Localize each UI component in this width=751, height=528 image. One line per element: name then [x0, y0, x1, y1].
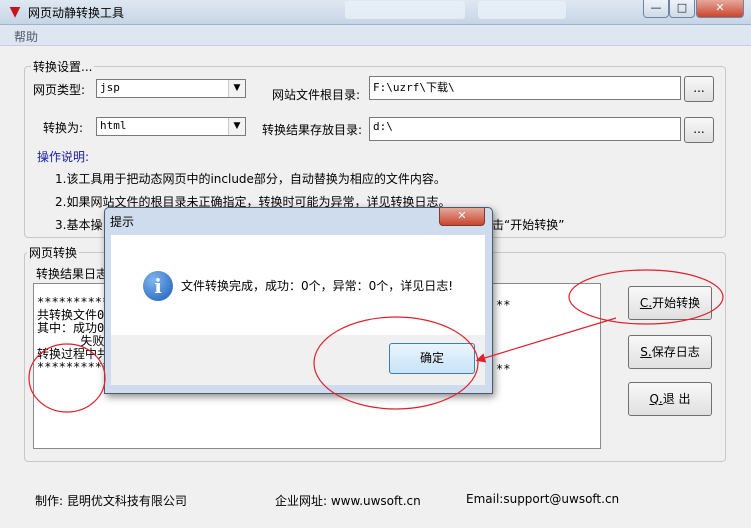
- annotation-ellipse-start: [568, 269, 724, 325]
- annotation-overlay: [28, 269, 724, 413]
- annotation-ellipse-ok: [313, 316, 479, 410]
- annotation-arrow: [475, 317, 617, 363]
- annotation-ellipse-log: [28, 343, 106, 413]
